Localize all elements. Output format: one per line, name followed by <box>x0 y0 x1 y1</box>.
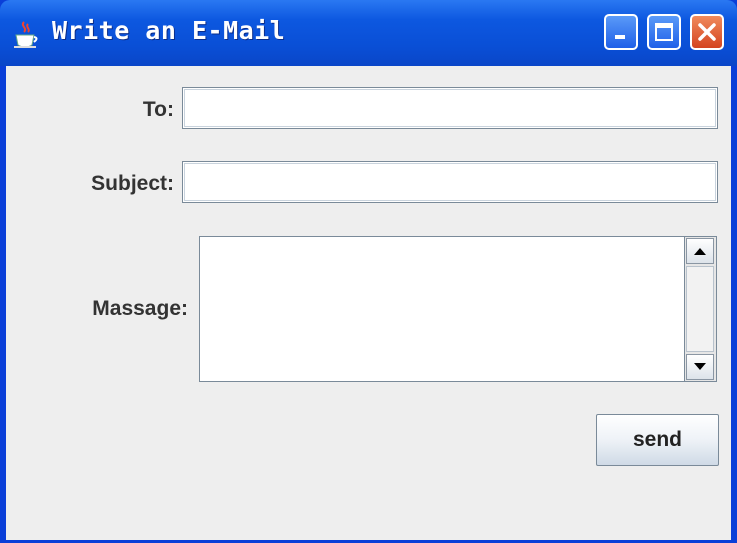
arrow-down-icon <box>694 363 706 370</box>
minimize-button[interactable] <box>604 14 638 50</box>
window-title: Write an E-Mail <box>52 16 286 45</box>
title-bar[interactable]: Write an E-Mail <box>0 0 737 66</box>
send-button[interactable]: send <box>596 414 719 466</box>
message-scrollbar[interactable] <box>685 236 717 382</box>
scroll-up-button[interactable] <box>686 238 714 264</box>
message-textarea[interactable] <box>199 236 685 382</box>
email-window: Write an E-Mail To: Subject: Massage: se… <box>0 0 737 543</box>
close-button[interactable] <box>690 14 724 50</box>
scroll-down-button[interactable] <box>686 354 714 380</box>
subject-field[interactable] <box>182 161 718 203</box>
maximize-icon <box>655 23 673 41</box>
maximize-button[interactable] <box>647 14 681 50</box>
message-label: Massage: <box>92 297 188 320</box>
close-icon <box>698 23 716 41</box>
java-cup-icon <box>14 21 38 48</box>
subject-label: Subject: <box>91 172 174 195</box>
arrow-up-icon <box>694 248 706 255</box>
scroll-track[interactable] <box>686 266 714 352</box>
to-field[interactable] <box>182 87 718 129</box>
minimize-icon <box>615 35 625 39</box>
to-label: To: <box>142 98 174 121</box>
